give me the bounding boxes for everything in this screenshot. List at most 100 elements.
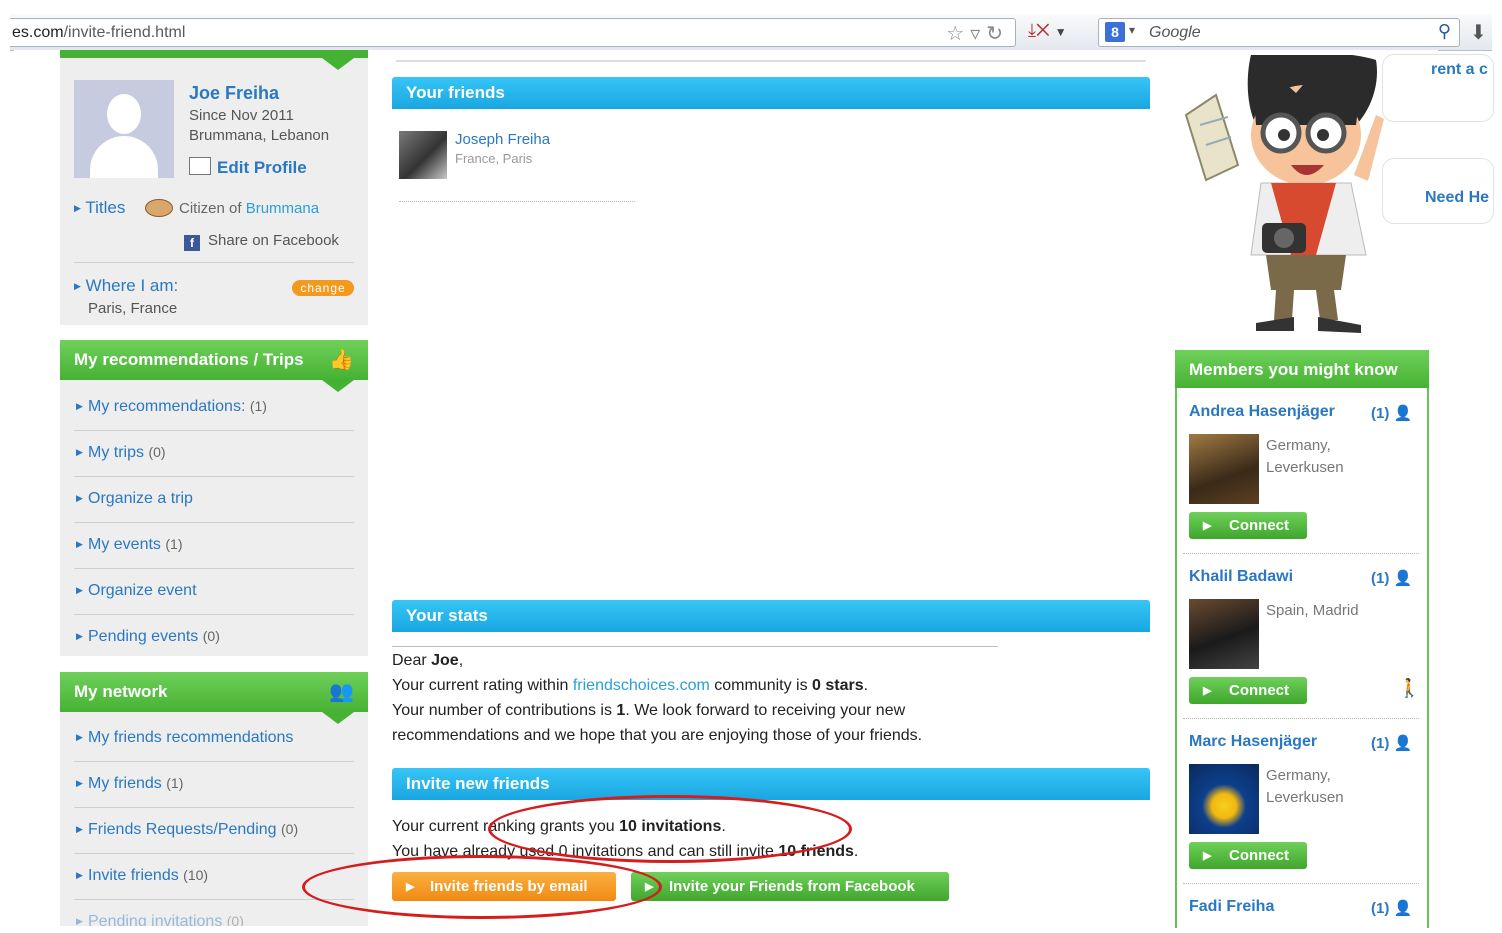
where-i-am-link[interactable]: ▶ Where I am: xyxy=(74,276,178,296)
member-photo[interactable] xyxy=(1189,434,1259,504)
divider xyxy=(399,201,635,202)
triangle-right-icon: ▶ xyxy=(76,447,83,457)
menu-my-events[interactable]: ▶ My events (1) xyxy=(74,522,354,569)
member-name[interactable]: Fadi Freiha xyxy=(1189,898,1274,916)
profile-name[interactable]: Joe Freiha xyxy=(189,83,279,104)
connect-button[interactable]: ▶ Connect xyxy=(1189,842,1307,869)
standing-person-icon[interactable]: 🚶 xyxy=(1398,678,1420,699)
stats-rating: Your current rating within friendschoice… xyxy=(392,677,869,694)
person-icon: 👤 xyxy=(1393,570,1413,587)
share-facebook-link[interactable]: f Share on Facebook xyxy=(184,232,339,251)
invite-title: Invite new friends xyxy=(406,774,550,793)
friend-location: France, Paris xyxy=(455,151,533,166)
triangle-right-icon: ▶ xyxy=(76,732,83,742)
menu-organize-event[interactable]: ▶ Organize event xyxy=(74,568,354,615)
connect-button[interactable]: ▶ Connect xyxy=(1189,512,1307,539)
avatar[interactable] xyxy=(74,80,174,178)
titles-link[interactable]: ▶ Titles xyxy=(74,198,125,218)
hat-icon xyxy=(145,199,173,217)
triangle-right-icon: ▶ xyxy=(76,916,83,926)
promo-bubble[interactable]: rent a c xyxy=(1382,54,1494,122)
invite-from-facebook-button[interactable]: ▶ Invite your Friends from Facebook xyxy=(631,872,949,901)
citizen-place-link[interactable]: Brummana xyxy=(246,200,319,217)
center-top-divider xyxy=(396,60,1146,62)
triangle-right-icon: ▶ xyxy=(74,281,81,291)
profile-panel-notch xyxy=(322,58,354,70)
bookmark-star-icon[interactable]: ☆ xyxy=(946,23,970,45)
edit-profile-link[interactable]: Edit Profile xyxy=(189,157,307,178)
edit-icon xyxy=(189,157,211,175)
members-header: Members you might know xyxy=(1175,350,1429,388)
member-since: Since Nov 2011 xyxy=(189,107,294,124)
change-location-button[interactable]: change xyxy=(292,280,354,296)
member-name[interactable]: Andrea Hasenjäger xyxy=(1189,403,1335,421)
member-photo[interactable] xyxy=(1189,764,1259,834)
mutual-friends-count[interactable]: (1) 👤 xyxy=(1371,569,1412,587)
engine-dropdown-icon[interactable]: ▾ xyxy=(1129,23,1135,37)
promo-bubble[interactable]: Need He xyxy=(1382,158,1494,224)
member-location: Germany, Leverkusen xyxy=(1266,767,1344,806)
search-box[interactable]: 8 ▾ Google ⚲ xyxy=(1098,18,1460,47)
member-name[interactable]: Marc Hasenjäger xyxy=(1189,733,1317,751)
member-photo[interactable] xyxy=(1189,599,1259,669)
addon-button[interactable]: ⤓✕ ▼ xyxy=(1028,20,1088,44)
connect-button[interactable]: ▶ Connect xyxy=(1189,677,1307,704)
group-icon: 👥 xyxy=(329,681,354,703)
dropdown-arrow-icon[interactable]: ▿ xyxy=(970,23,986,45)
menu-my-friends[interactable]: ▶ My friends (1) xyxy=(74,761,354,808)
person-icon: 👤 xyxy=(1393,405,1413,422)
friend-avatar[interactable] xyxy=(399,131,447,179)
promo-bubble-text: rent a c xyxy=(1431,61,1488,78)
menu-friend-requests[interactable]: ▶ Friends Requests/Pending (0) xyxy=(74,807,354,854)
google-engine-icon[interactable]: 8 xyxy=(1105,22,1125,42)
annotation-circle xyxy=(488,795,852,863)
url-text: es.com/invite-friend.html xyxy=(12,24,186,41)
menu-friends-recommendations[interactable]: ▶ My friends recommendations xyxy=(74,715,354,762)
mutual-friends-count[interactable]: (1) 👤 xyxy=(1371,899,1412,917)
play-icon: ▶ xyxy=(1203,685,1212,697)
triangle-right-icon: ▶ xyxy=(76,539,83,549)
friends-title: Your friends xyxy=(406,83,505,102)
mutual-friends-count[interactable]: (1) 👤 xyxy=(1371,404,1412,422)
member-name[interactable]: Khalil Badawi xyxy=(1189,568,1293,586)
stats-header: Your stats xyxy=(392,600,1150,632)
avatar-placeholder-head xyxy=(107,94,141,134)
network-title: My network xyxy=(74,682,168,701)
menu-pending-invitations[interactable]: ▶ Pending invitations (0) xyxy=(74,899,354,926)
stats-greeting: Dear Joe, xyxy=(392,652,464,669)
menu-my-trips[interactable]: ▶ My trips (0) xyxy=(74,430,354,477)
menu-organize-trip[interactable]: ▶ Organize a trip xyxy=(74,476,354,523)
chevron-down-icon: ▼ xyxy=(1054,25,1067,39)
address-bar[interactable]: es.com/invite-friend.html ☆▿↻ xyxy=(10,18,1016,47)
triangle-right-icon: ▶ xyxy=(76,493,83,503)
divider xyxy=(392,646,998,647)
triangle-right-icon: ▶ xyxy=(76,631,83,641)
downloads-icon[interactable]: ⬇ xyxy=(1470,20,1487,45)
citizen-text: Citizen of Brummana xyxy=(179,200,320,217)
menu-pending-events[interactable]: ▶ Pending events (0) xyxy=(74,614,354,660)
divider xyxy=(1183,718,1419,719)
mutual-friends-count[interactable]: (1) 👤 xyxy=(1371,734,1412,752)
reload-icon[interactable]: ↻ xyxy=(986,23,1009,45)
browser-toolbar: es.com/invite-friend.html ☆▿↻ ⤓✕ ▼ 8 ▾ G… xyxy=(10,14,1492,51)
facebook-icon: f xyxy=(184,235,200,251)
site-link[interactable]: friendschoices.com xyxy=(573,677,710,694)
annotation-circle xyxy=(302,855,662,919)
member-location: Germany, Leverkusen xyxy=(1266,437,1344,476)
profile-panel-topbar xyxy=(60,50,368,58)
person-icon: 👤 xyxy=(1393,900,1413,917)
menu-my-recommendations[interactable]: ▶ My recommendations: (1) xyxy=(74,384,354,431)
triangle-right-icon: ▶ xyxy=(76,585,83,595)
friend-name[interactable]: Joseph Freiha xyxy=(455,131,550,148)
search-icon[interactable]: ⚲ xyxy=(1438,21,1451,42)
screenshot-frame: es.com/invite-friend.html ☆▿↻ ⤓✕ ▼ 8 ▾ G… xyxy=(0,0,1502,933)
play-icon: ▶ xyxy=(1203,850,1212,862)
divider xyxy=(74,262,354,263)
current-location: Paris, France xyxy=(88,300,178,317)
triangle-right-icon: ▶ xyxy=(76,870,83,880)
play-icon: ▶ xyxy=(1203,520,1212,532)
friends-header: Your friends xyxy=(392,77,1150,109)
divider xyxy=(1183,883,1419,884)
url-bar-icons: ☆▿↻ xyxy=(946,21,1009,46)
stats-contributions-line2: recommendations and we hope that you are… xyxy=(392,727,923,744)
